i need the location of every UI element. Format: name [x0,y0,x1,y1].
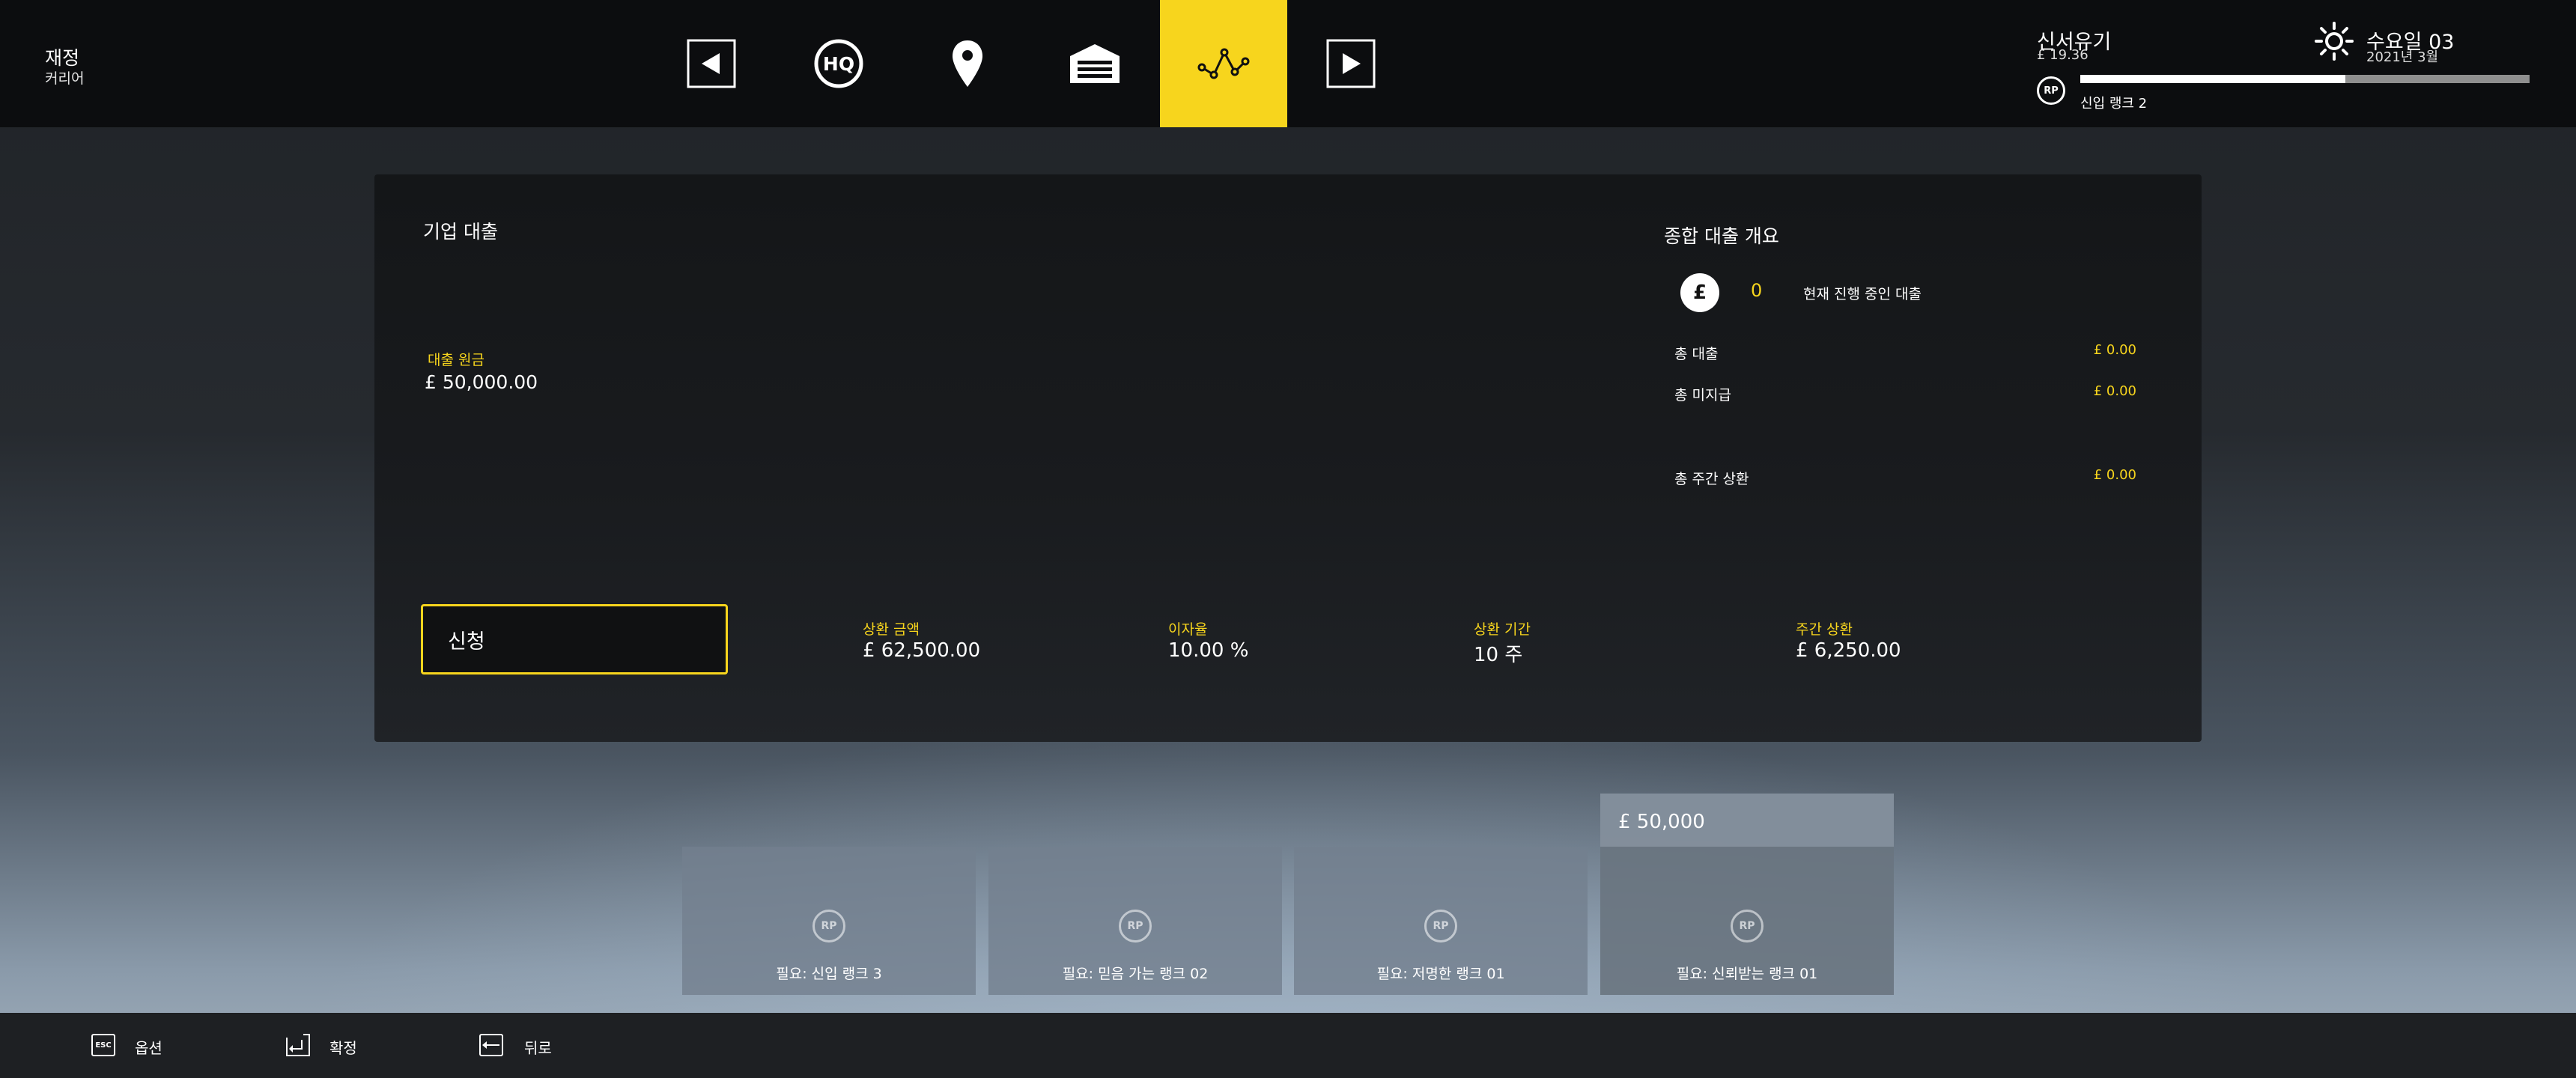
interest-rate-value: 10.00 % [1168,639,1249,662]
next-arrow-icon [1326,39,1376,88]
total-weekly-label: 총 주간 상환 [1674,471,1749,487]
total-loan-value: £ 0.00 [2093,342,2136,358]
overview-title: 종합 대출 개요 [1664,225,1779,247]
loan-card[interactable]: RP 필요: 믿음 가는 랭크 02 [988,847,1282,995]
nav-finance-button[interactable] [1160,0,1287,127]
rp-icon: RP [1119,910,1152,943]
repayment-amount-label: 상환 금액 [863,621,920,638]
finance-chart-icon [1197,48,1250,79]
total-outstanding-value: £ 0.00 [2093,383,2136,399]
bottom-bar [0,1013,2576,1078]
card-requirement: 필요: 저명한 랭크 01 [1376,966,1505,982]
card-requirement: 필요: 믿음 가는 랭크 02 [1062,966,1209,982]
total-outstanding-label: 총 미지급 [1674,387,1731,404]
back-label[interactable]: 뒤로 [524,1036,552,1058]
principal-value: £ 50,000.00 [425,371,538,393]
repayment-amount-value: £ 62,500.00 [863,639,981,662]
rp-icon: RP [1731,910,1764,943]
repayment-term-value: 10 주 [1474,644,1523,666]
sun-icon [2314,21,2354,64]
card-amount-bar: £ 50,000 [1600,794,1894,847]
loan-card[interactable]: RP 필요: 신입 랭크 3 [682,847,976,995]
active-loan-count: 0 [1751,280,1763,301]
rank-progress-bar [2080,75,2530,83]
repayment-term-label: 상환 기간 [1474,621,1531,638]
nav-next-button[interactable] [1287,0,1415,127]
rank-progress-fill [2080,75,2345,83]
loan-card[interactable]: RP 필요: 저명한 랭크 01 [1294,847,1588,995]
total-weekly-value: £ 0.00 [2093,467,2136,483]
apply-button[interactable]: 신청 [421,604,728,674]
section-title: 재정 [45,47,80,69]
card-amount: £ 50,000 [1618,811,1705,833]
garage-icon [1070,44,1120,83]
date-label: 2021년 3월 [2366,49,2439,65]
nav-garage-button[interactable] [1031,0,1158,127]
esc-key-icon[interactable]: ESC [91,1034,115,1056]
rank-label: 신입 랭크 2 [2080,96,2148,112]
nav-map-button[interactable] [904,0,1031,127]
money-balance: £ 19.36 [2037,47,2089,63]
weekly-repayment-value: £ 6,250.00 [1796,639,1901,662]
nav-prev-button[interactable] [648,0,775,127]
confirm-label[interactable]: 확정 [329,1036,357,1058]
card-requirement: 필요: 신입 랭크 3 [776,966,882,982]
weekly-repayment-label: 주간 상환 [1796,621,1853,638]
card-requirement: 필요: 신뢰받는 랭크 01 [1676,966,1818,982]
rp-icon: RP [1424,910,1457,943]
total-loan-label: 총 대출 [1674,346,1719,362]
map-pin-icon [953,40,982,87]
options-label[interactable]: 옵션 [135,1036,162,1058]
enter-key-icon[interactable] [286,1034,310,1056]
loan-card-selected[interactable]: £ 50,000 RP 필요: 신뢰받는 랭크 01 [1600,794,1894,995]
active-loan-label: 현재 진행 중인 대출 [1803,286,1922,302]
hq-icon-text: HQ [823,53,854,75]
rp-icon: RP [812,910,845,943]
pound-icon: £ [1680,273,1719,312]
section-subtitle: 커리어 [45,70,85,87]
principal-label: 대출 원금 [428,352,484,368]
rp-badge-icon: RP [2037,76,2065,105]
nav-hq-button[interactable]: HQ [775,0,902,127]
interest-rate-label: 이자율 [1168,621,1208,638]
backspace-key-icon[interactable] [479,1034,503,1056]
hq-icon: HQ [814,39,863,88]
loan-title: 기업 대출 [423,221,498,243]
prev-arrow-icon [687,39,736,88]
